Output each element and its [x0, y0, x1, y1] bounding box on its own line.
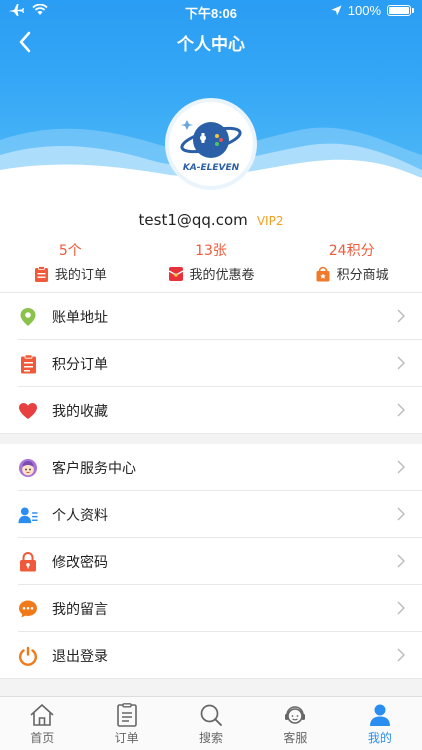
- stat-my-coupons[interactable]: 13张 我的优惠卷: [141, 240, 282, 290]
- nav-bar: 个人中心: [0, 22, 422, 62]
- heart-icon: [19, 402, 37, 419]
- tab-label: 客服: [283, 731, 308, 745]
- profile-icon: [18, 506, 38, 523]
- stat-count: 5个: [58, 243, 82, 259]
- menu-item-billing-address[interactable]: 账单地址: [0, 293, 422, 340]
- menu-label: 修改密码: [52, 554, 108, 571]
- chevron-right-icon: [397, 460, 405, 474]
- stat-label: 我的订单: [54, 268, 107, 283]
- menu-group-settings: 客户服务中心 个人资料 修改密码 我的留言 退出登录: [0, 444, 422, 679]
- stat-label: 积分商城: [336, 268, 389, 283]
- support-agent-icon: [285, 706, 306, 724]
- battery-cap: [412, 8, 414, 13]
- chevron-right-icon: [397, 356, 405, 370]
- logo-text: KA-ELEVEN: [183, 163, 240, 173]
- bottom-tab-bar: 首页 订单 搜索 客服 我的: [0, 696, 422, 750]
- page-title: 个人中心: [177, 35, 245, 55]
- section-gap: [0, 679, 422, 696]
- tab-label: 订单: [114, 731, 139, 745]
- battery-icon: [387, 5, 411, 16]
- menu-label: 我的留言: [52, 601, 108, 618]
- menu-label: 客户服务中心: [52, 460, 136, 477]
- chevron-right-icon: [397, 403, 405, 417]
- stat-points-mall[interactable]: 24积分 积分商城: [281, 240, 422, 290]
- avatar[interactable]: KA-ELEVEN: [165, 98, 257, 190]
- chevron-right-icon: [397, 309, 405, 323]
- game-controller-logo: KA-ELEVEN: [180, 120, 242, 173]
- menu-label: 个人资料: [52, 507, 108, 524]
- order-list-icon: [116, 703, 137, 727]
- tab-orders[interactable]: 订单: [84, 697, 168, 750]
- user-info: test1@qq.com VIP2: [0, 210, 422, 229]
- menu-label: 积分订单: [52, 356, 108, 373]
- tab-support[interactable]: 客服: [253, 697, 337, 750]
- tab-search[interactable]: 搜索: [169, 697, 253, 750]
- coupon-icon: [168, 266, 183, 281]
- tab-home[interactable]: 首页: [0, 697, 84, 750]
- power-icon: [19, 646, 37, 666]
- user-email: test1@qq.com: [138, 211, 248, 229]
- menu-item-profile[interactable]: 个人资料: [0, 491, 422, 538]
- stat-count: 24积分: [328, 243, 375, 259]
- stat-count: 13张: [195, 243, 227, 259]
- section-gap: [0, 434, 422, 444]
- menu-item-customer-service[interactable]: 客户服务中心: [0, 444, 422, 491]
- menu-label: 我的收藏: [52, 403, 108, 420]
- chevron-right-icon: [397, 648, 405, 662]
- tab-me[interactable]: 我的: [338, 697, 422, 750]
- menu-item-change-password[interactable]: 修改密码: [0, 538, 422, 585]
- chevron-right-icon: [397, 601, 405, 615]
- clipboard-icon: [20, 353, 36, 373]
- battery-percent: 100%: [347, 3, 381, 18]
- home-icon: [30, 704, 54, 726]
- menu-item-logout[interactable]: 退出登录: [0, 632, 422, 679]
- customer-service-icon: [19, 458, 37, 477]
- menu-item-my-messages[interactable]: 我的留言: [0, 585, 422, 632]
- menu-label: 账单地址: [52, 309, 108, 326]
- points-mall-icon: [316, 266, 330, 281]
- stat-my-orders[interactable]: 5个 我的订单: [0, 240, 141, 290]
- stat-label: 我的优惠卷: [189, 268, 255, 283]
- lock-icon: [20, 551, 36, 571]
- menu-item-favorites[interactable]: 我的收藏: [0, 387, 422, 434]
- menu-label: 退出登录: [52, 648, 108, 665]
- stats-row: 5个 我的订单 13张 我的优惠卷 24积分 积分商城: [0, 240, 422, 290]
- tab-label: 我的: [367, 731, 392, 745]
- chevron-right-icon: [397, 507, 405, 521]
- order-icon: [34, 265, 48, 282]
- vip-badge: VIP2: [256, 214, 284, 228]
- message-icon: [19, 600, 37, 617]
- location-pin-icon: [20, 307, 36, 326]
- user-icon: [369, 704, 390, 726]
- menu-group-account: 账单地址 积分订单 我的收藏: [0, 293, 422, 434]
- tab-label: 首页: [30, 731, 55, 745]
- tab-label: 搜索: [199, 731, 224, 745]
- menu-item-points-orders[interactable]: 积分订单: [0, 340, 422, 387]
- status-bar: 下午8:06 100%: [0, 0, 422, 22]
- location-arrow-icon: [331, 5, 342, 16]
- search-icon: [200, 704, 222, 726]
- chevron-right-icon: [397, 554, 405, 568]
